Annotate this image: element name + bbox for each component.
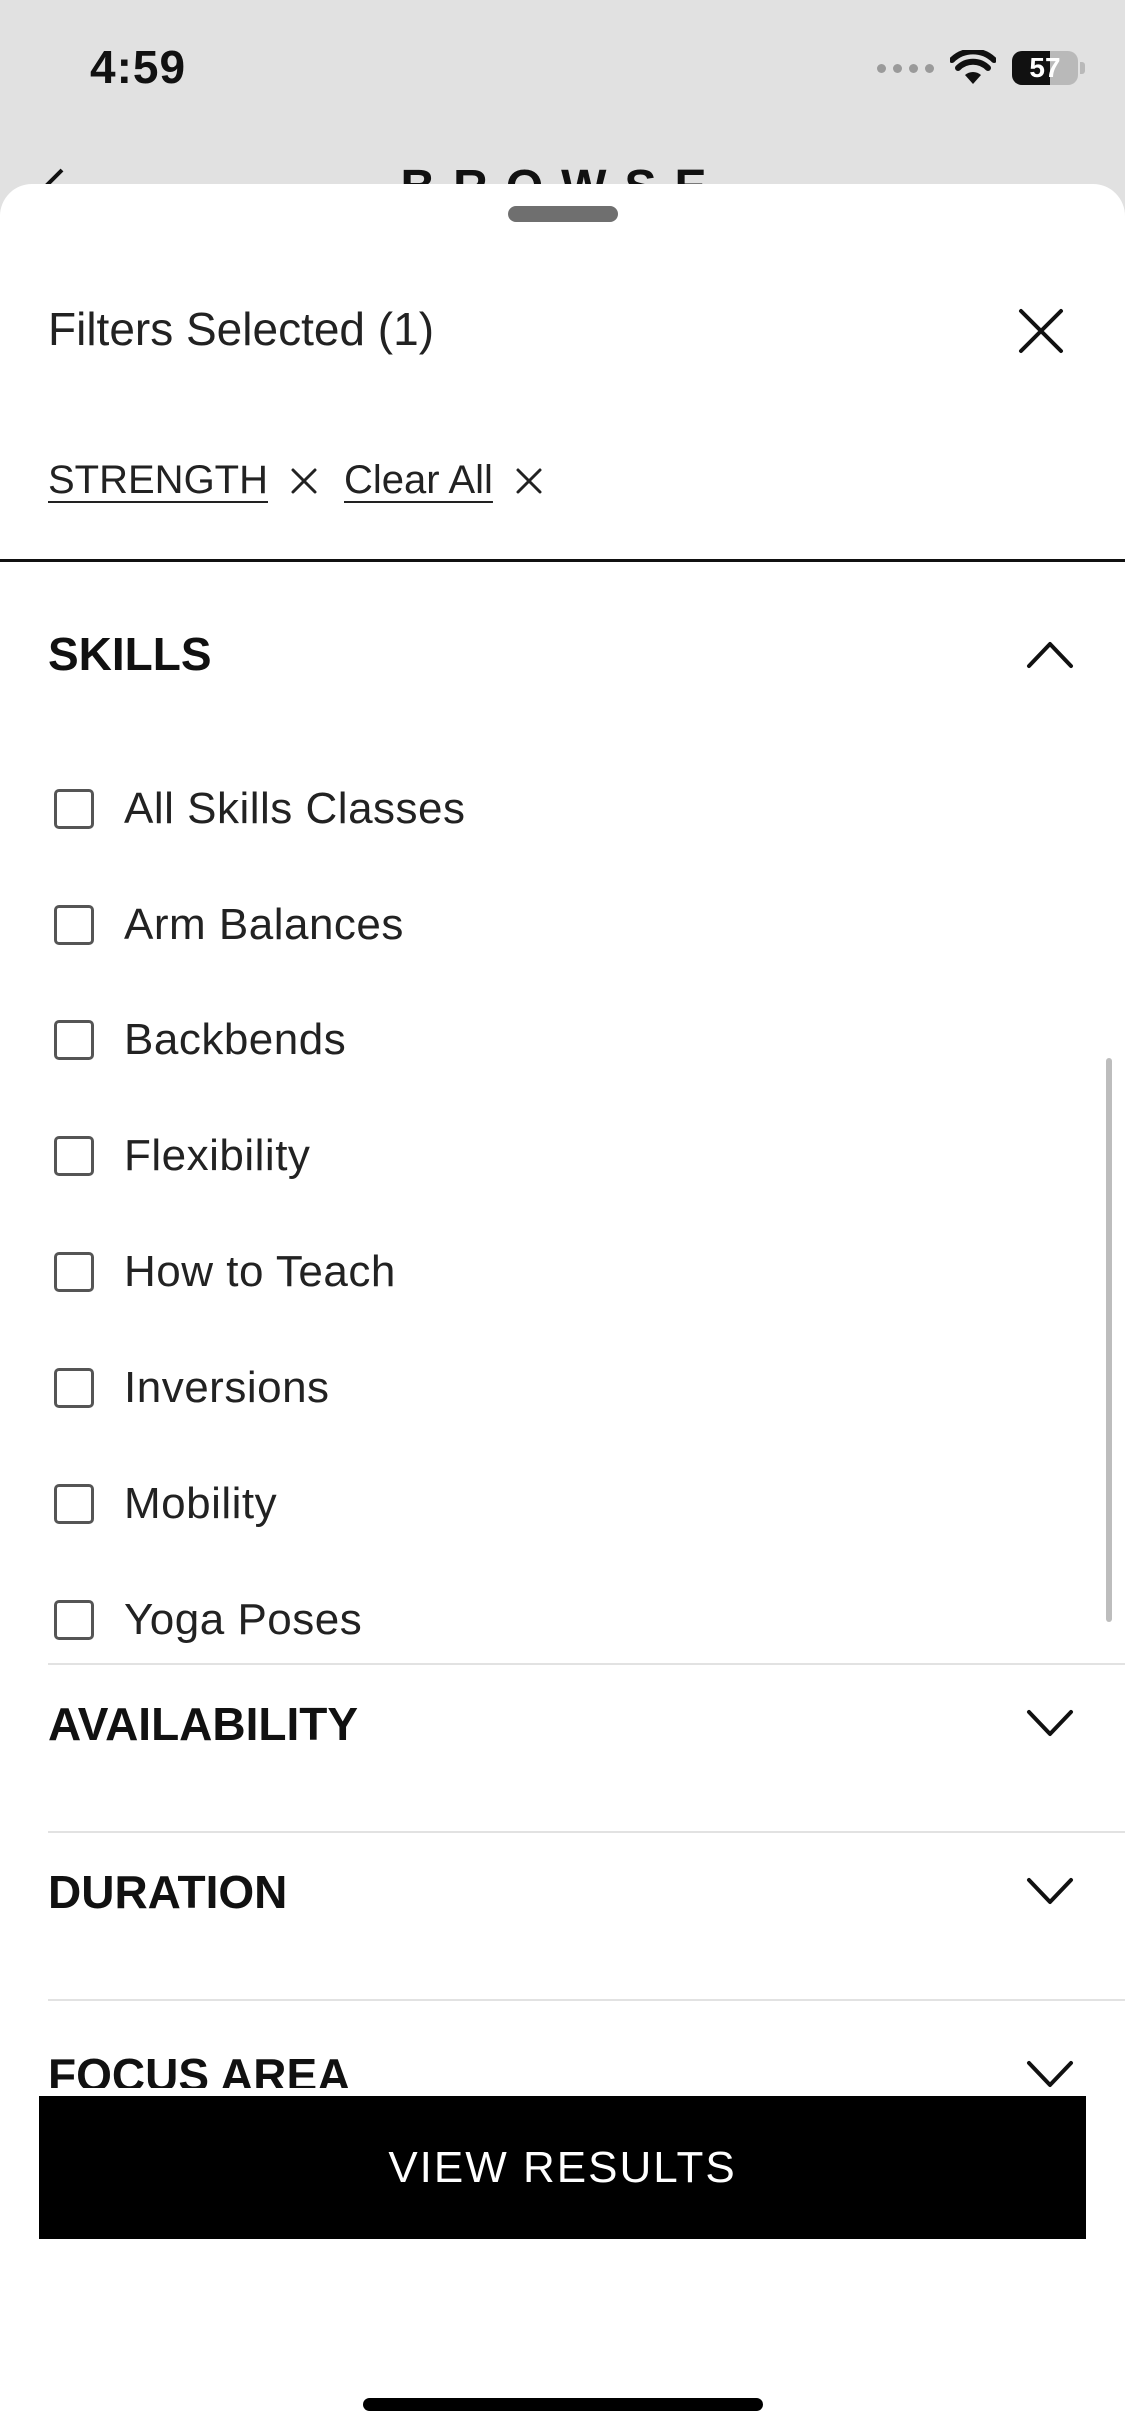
checkbox[interactable]	[54, 1252, 94, 1292]
option-all-skills-classes[interactable]: All Skills Classes	[54, 784, 466, 834]
option-arm-balances[interactable]: Arm Balances	[54, 900, 404, 950]
chevron-down-icon	[1027, 1878, 1073, 1904]
option-label: Flexibility	[124, 1131, 311, 1180]
cellular-signal-icon	[877, 63, 934, 73]
checkbox[interactable]	[54, 1600, 94, 1640]
chip-strength[interactable]: STRENGTH	[48, 458, 318, 503]
option-inversions[interactable]: Inversions	[54, 1363, 330, 1413]
checkbox[interactable]	[54, 1136, 94, 1176]
filters-selected-title: Filters Selected (1)	[48, 303, 435, 355]
chevron-down-icon	[1027, 2061, 1073, 2087]
chevron-down-icon	[1027, 1710, 1073, 1736]
sheet-grabber[interactable]	[508, 206, 618, 222]
section-header-availability[interactable]: AVAILABILITY	[48, 1684, 1074, 1764]
chip-remove-button[interactable]	[515, 467, 543, 495]
close-icon	[291, 468, 317, 493]
checkbox[interactable]	[54, 789, 94, 829]
checkbox[interactable]	[54, 1484, 94, 1524]
battery-icon: 57	[1012, 51, 1078, 85]
close-icon	[1019, 309, 1063, 353]
chips-divider	[0, 559, 1125, 562]
section-divider	[48, 1663, 1125, 1665]
selected-filter-chips: STRENGTH Clear All	[48, 458, 569, 503]
section-title: AVAILABILITY	[48, 1698, 359, 1750]
option-mobility[interactable]: Mobility	[54, 1479, 277, 1529]
section-divider	[48, 1831, 1125, 1833]
section-title: SKILLS	[48, 628, 212, 680]
section-divider	[48, 1999, 1125, 2001]
scroll-indicator[interactable]	[1106, 1058, 1112, 1622]
checkbox[interactable]	[54, 1368, 94, 1408]
close-icon	[516, 468, 542, 493]
option-label: Arm Balances	[124, 900, 404, 949]
chip-clear-all[interactable]: Clear All	[344, 458, 543, 503]
sheet-footer: VIEW RESULTS	[0, 2088, 1125, 2436]
option-yoga-poses[interactable]: Yoga Poses	[54, 1595, 362, 1645]
home-indicator[interactable]	[363, 2398, 763, 2411]
section-header-skills[interactable]: SKILLS	[48, 614, 1074, 694]
battery-level: 57	[1029, 52, 1061, 83]
option-how-to-teach[interactable]: How to Teach	[54, 1247, 396, 1297]
option-flexibility[interactable]: Flexibility	[54, 1131, 310, 1181]
chip-label[interactable]: Clear All	[344, 458, 493, 503]
chevron-up-icon	[1027, 642, 1073, 668]
option-label: Yoga Poses	[124, 1595, 363, 1644]
option-label: Backbends	[124, 1015, 347, 1064]
section-header-duration[interactable]: DURATION	[48, 1852, 1074, 1932]
close-button[interactable]	[1012, 302, 1070, 360]
option-backbends[interactable]: Backbends	[54, 1015, 346, 1065]
status-icons: 57	[877, 46, 1085, 90]
battery-nub	[1080, 62, 1085, 74]
filter-sheet: Filters Selected (1) STRENGTH Clear All	[0, 184, 1125, 2436]
checkbox[interactable]	[54, 905, 94, 945]
wifi-icon	[950, 50, 996, 84]
section-title: DURATION	[48, 1866, 288, 1918]
option-label: All Skills Classes	[124, 784, 466, 833]
option-label: Inversions	[124, 1363, 330, 1412]
view-results-button[interactable]: VIEW RESULTS	[39, 2096, 1086, 2239]
checkbox[interactable]	[54, 1020, 94, 1060]
option-label: How to Teach	[124, 1247, 396, 1296]
option-label: Mobility	[124, 1479, 278, 1528]
status-time: 4:59	[90, 41, 187, 93]
chip-label[interactable]: STRENGTH	[48, 458, 268, 503]
chip-remove-button[interactable]	[290, 467, 318, 495]
